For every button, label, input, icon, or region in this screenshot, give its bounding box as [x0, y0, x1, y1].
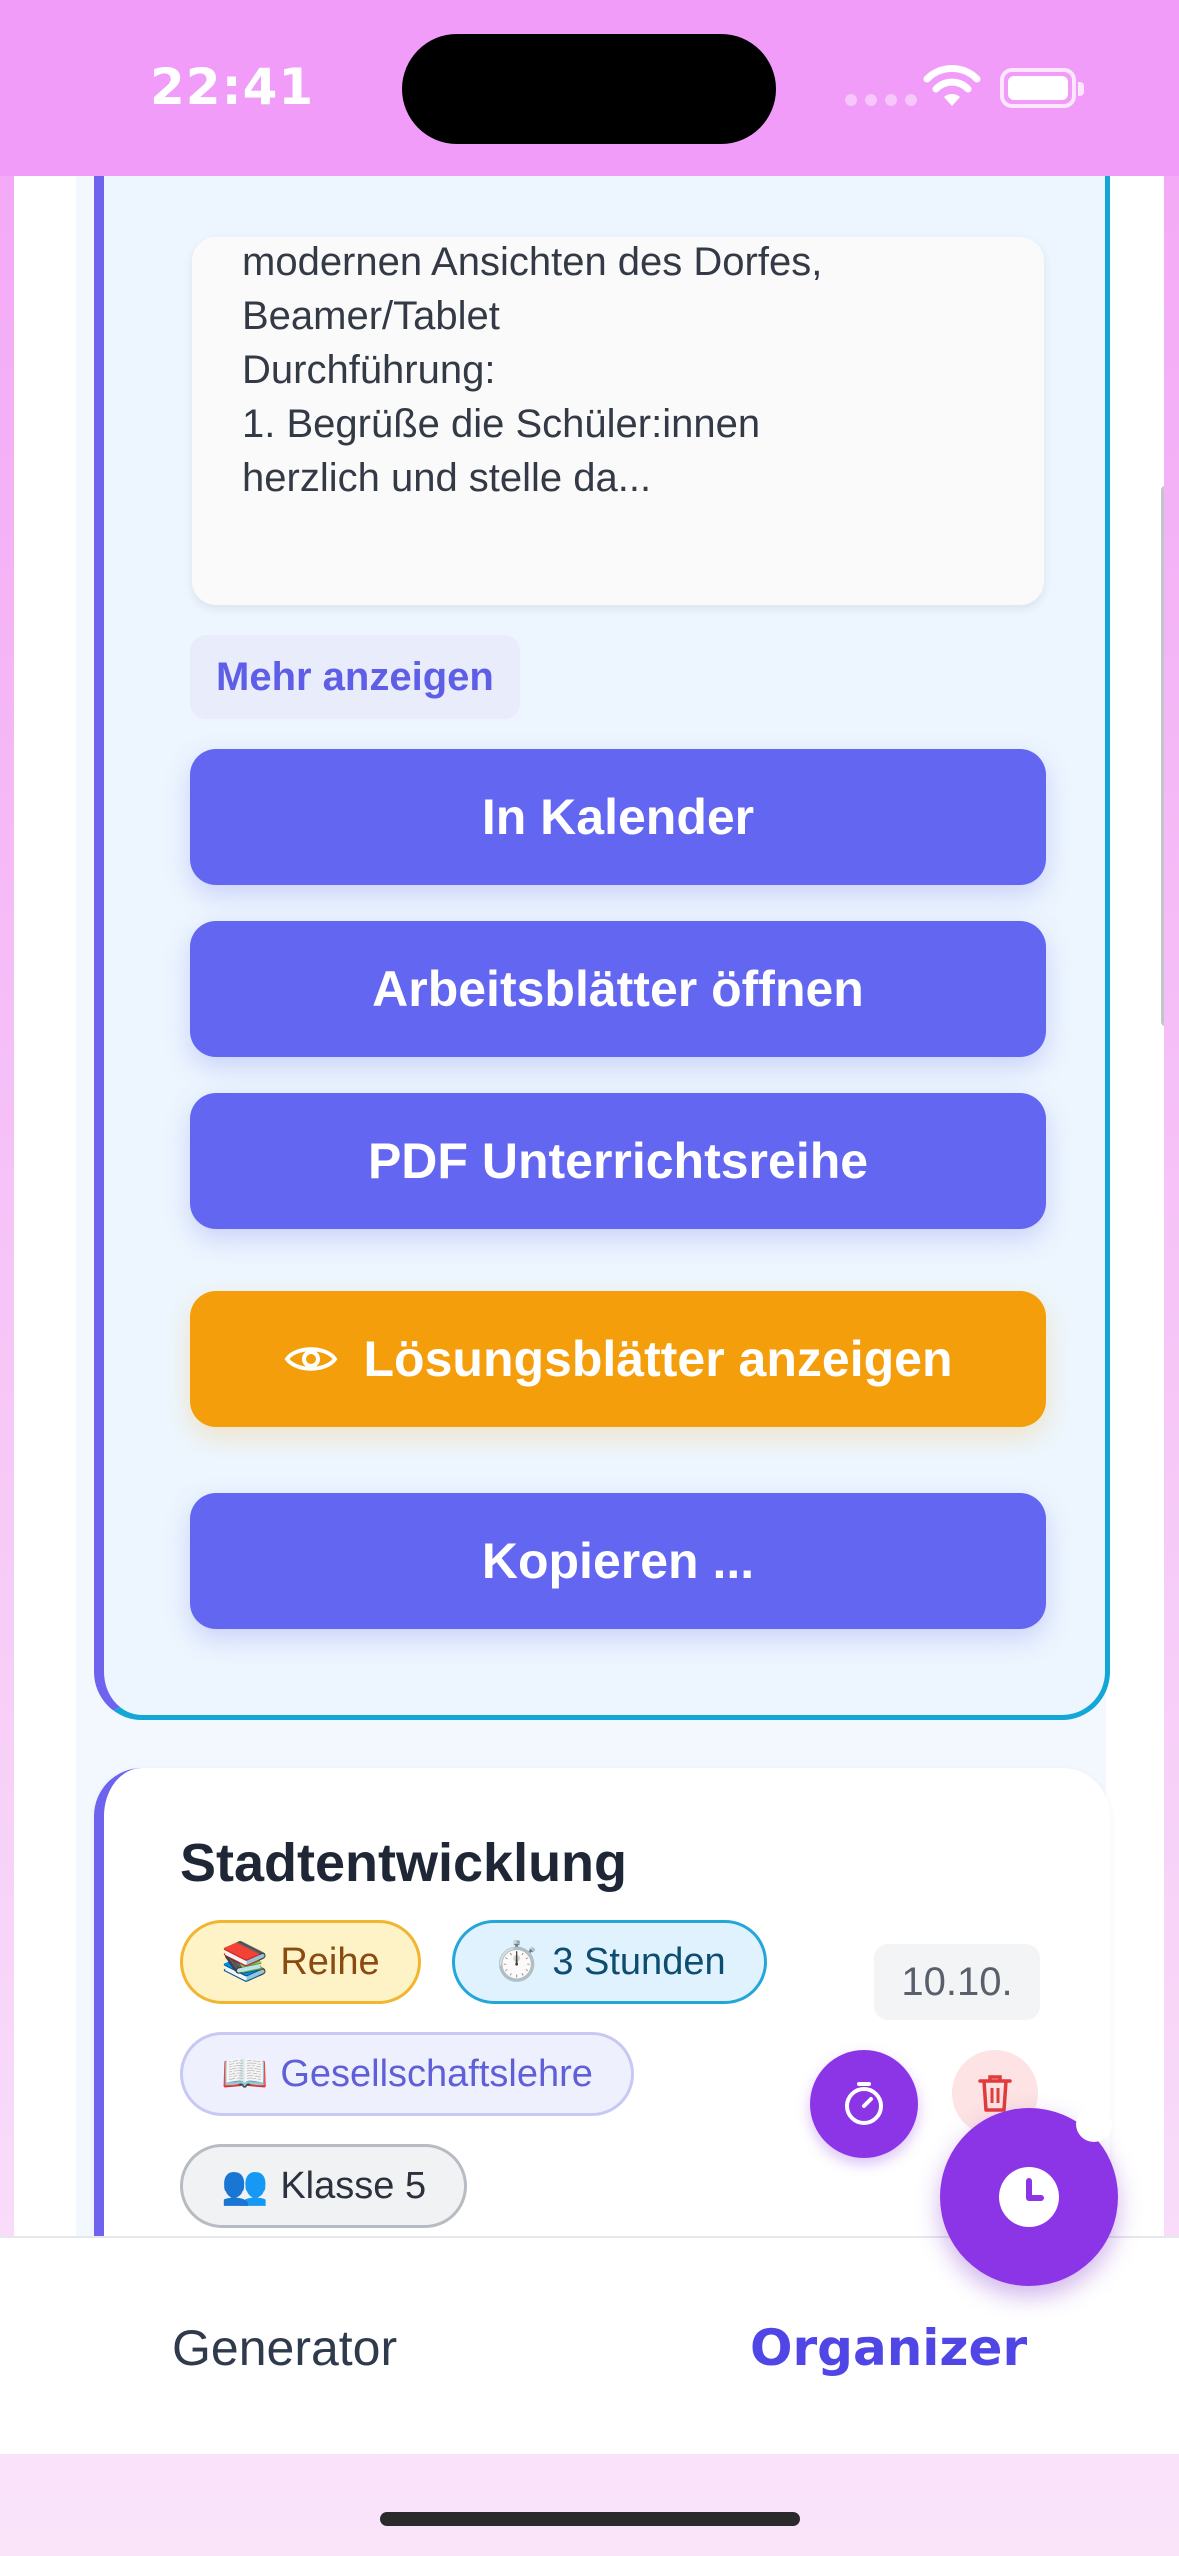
description-line: Beamer/Tablet	[242, 294, 500, 338]
signal-icon	[845, 94, 917, 106]
description-line: herzlich und stelle da...	[242, 456, 652, 500]
open-worksheets-button[interactable]: Arbeitsblätter öffnen	[190, 921, 1046, 1057]
timer-button[interactable]	[810, 2050, 918, 2158]
lesson-card-expanded: modernen Ansichten des Dorfes, Beamer/Ta…	[94, 176, 1110, 1720]
chip-label: Gesellschaftslehre	[280, 2053, 593, 2095]
series-title: Stadtentwicklung	[180, 1833, 628, 1893]
chip-label: 3 Stunden	[552, 1941, 726, 1983]
description-line: 1. Begrüße die Schüler:innen	[242, 402, 761, 446]
status-time: 22:41	[150, 58, 315, 116]
book-icon: 📖	[221, 2053, 269, 2095]
add-to-calendar-button[interactable]: In Kalender	[190, 749, 1046, 885]
dynamic-island	[402, 34, 776, 144]
description-line: modernen Ansichten des Dorfes,	[242, 240, 823, 284]
tab-generator[interactable]: Generator	[172, 2318, 397, 2378]
status-bar: 22:41	[0, 0, 1179, 176]
home-indicator[interactable]	[380, 2512, 800, 2526]
button-label: Lösungsblätter anzeigen	[363, 1331, 953, 1387]
trash-icon	[978, 2075, 1012, 2112]
description-line: Durchführung:	[242, 348, 496, 392]
timer-icon	[845, 2082, 883, 2125]
tab-organizer[interactable]: Organizer	[750, 2318, 1027, 2378]
stopwatch-icon: ⏱️	[493, 1941, 541, 1983]
clock-icon	[999, 2167, 1059, 2227]
type-chip: 📚 Reihe	[180, 1920, 421, 2004]
chip-label: Reihe	[280, 1941, 380, 1983]
duration-chip: ⏱️ 3 Stunden	[452, 1920, 767, 2004]
show-more-button[interactable]: Mehr anzeigen	[190, 635, 520, 719]
copy-button[interactable]: Kopieren ...	[190, 1493, 1046, 1629]
battery-icon	[1000, 68, 1084, 108]
chip-label: Klasse 5	[280, 2165, 427, 2207]
button-label: Kopieren ...	[481, 1533, 755, 1589]
wifi-icon	[923, 65, 981, 106]
button-label: PDF Unterrichtsreihe	[367, 1133, 869, 1189]
button-label: In Kalender	[481, 789, 755, 845]
show-solutions-button[interactable]: Lösungsblätter anzeigen	[190, 1291, 1046, 1427]
lesson-description: modernen Ansichten des Dorfes, Beamer/Ta…	[192, 237, 1044, 605]
organizer-list[interactable]: modernen Ansichten des Dorfes, Beamer/Ta…	[14, 176, 1164, 2236]
fab-indicator	[1076, 2106, 1112, 2142]
scrollbar[interactable]	[1161, 486, 1164, 1026]
class-chip: 👥 Klasse 5	[180, 2144, 468, 2228]
books-icon: 📚	[221, 1941, 269, 1983]
people-icon: 👥	[221, 2165, 269, 2207]
date-badge: 10.10.	[874, 1944, 1040, 2020]
subject-chip: 📖 Gesellschaftslehre	[180, 2032, 634, 2116]
pdf-series-button[interactable]: PDF Unterrichtsreihe	[190, 1093, 1046, 1229]
eye-icon	[284, 1347, 337, 1371]
button-label: Arbeitsblätter öffnen	[372, 961, 864, 1017]
